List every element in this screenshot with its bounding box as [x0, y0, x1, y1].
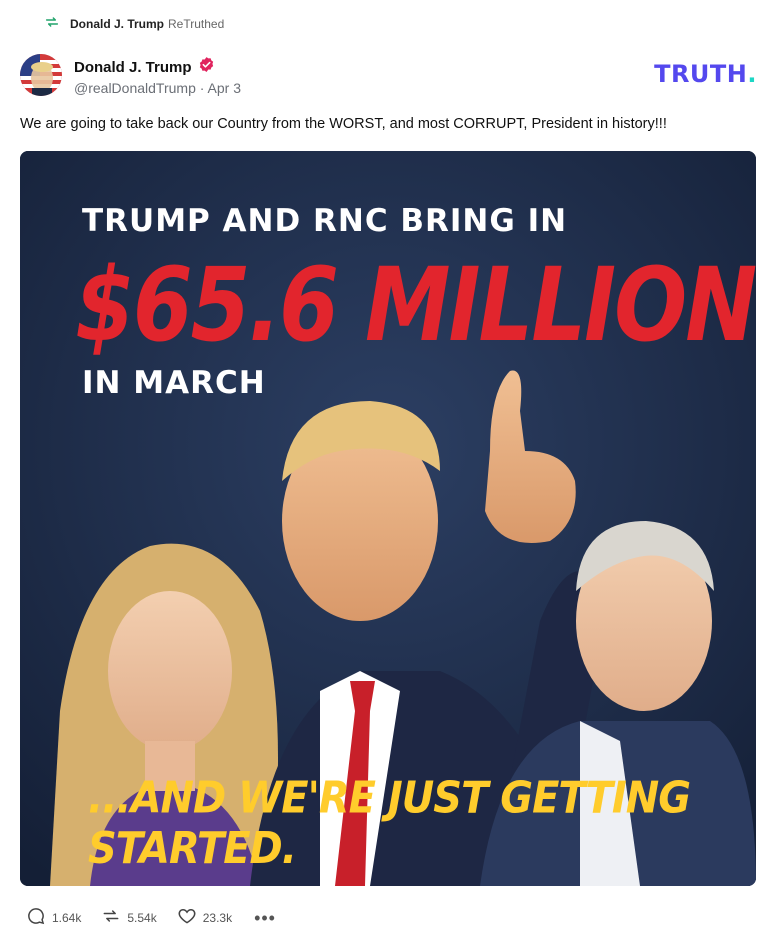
image-headline-amount: $65.6 MILLION	[75, 247, 756, 365]
like-button[interactable]: 23.3k	[177, 906, 232, 929]
retruth-label: ReTruthed	[168, 16, 225, 31]
verified-badge-icon	[198, 56, 215, 78]
image-headline-line3: IN MARCH	[82, 365, 266, 401]
author-display-name[interactable]: Donald J. Trump	[74, 59, 192, 76]
heart-icon	[177, 906, 197, 929]
post-date[interactable]: Apr 3	[208, 80, 241, 96]
post-header: Donald J. Trump @realDonaldTrump · Apr 3…	[20, 54, 757, 100]
post-image[interactable]: TRUMP AND RNC BRING IN $65.6 MILLION IN …	[20, 151, 756, 886]
image-tagline: ...AND WE'RE JUST GETTING STARTED.	[88, 773, 691, 875]
more-icon[interactable]: •••	[254, 909, 276, 927]
retruth-icon	[101, 906, 121, 929]
retruth-author-name[interactable]: Donald J. Trump	[70, 17, 164, 31]
retruth-count: 5.54k	[127, 910, 157, 925]
avatar[interactable]	[20, 54, 62, 96]
post-text: We are going to take back our Country fr…	[20, 116, 667, 132]
retruth-bar: Donald J. Trump ReTruthed	[44, 14, 224, 33]
retruth-icon	[44, 14, 60, 33]
truth-logo[interactable]: TRUTH.	[654, 60, 757, 88]
logo-text: TRUTH	[654, 60, 748, 88]
retruth-button[interactable]: 5.54k	[101, 906, 157, 929]
author-meta: @realDonaldTrump · Apr 3	[74, 80, 241, 96]
reply-icon	[26, 906, 46, 929]
action-bar: 1.64k 5.54k 23.3k •••	[26, 906, 276, 929]
reply-button[interactable]: 1.64k	[26, 906, 81, 929]
meta-separator: ·	[199, 80, 205, 96]
author-handle[interactable]: @realDonaldTrump	[74, 80, 196, 96]
like-count: 23.3k	[202, 910, 233, 925]
image-headline-line1: TRUMP AND RNC BRING IN	[82, 203, 568, 239]
logo-dot: .	[747, 60, 757, 88]
reply-count: 1.64k	[52, 910, 82, 925]
